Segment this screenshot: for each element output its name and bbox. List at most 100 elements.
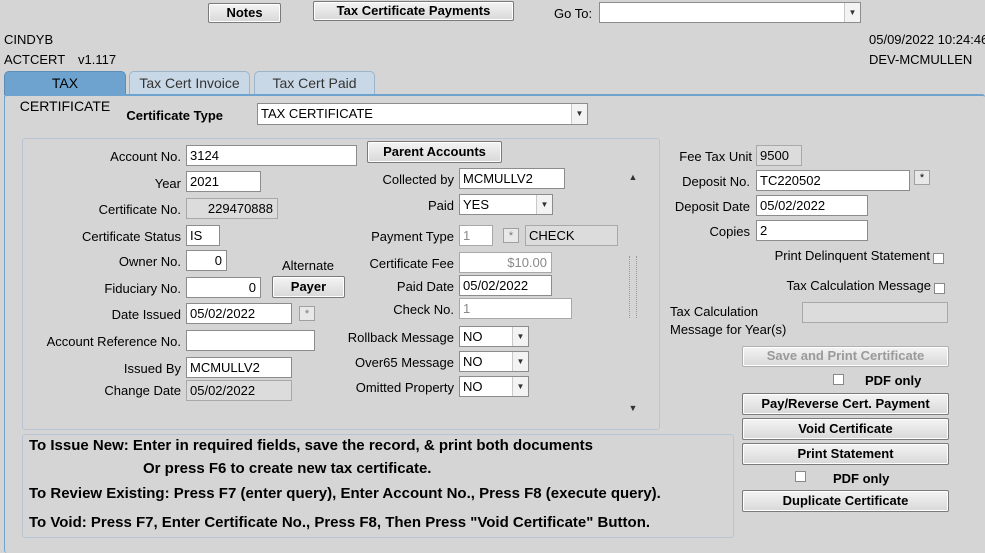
tab-tax-cert-paid[interactable]: Tax Cert Paid [254, 71, 375, 95]
instruction-void: To Void: Press F7, Enter Certificate No.… [29, 514, 651, 531]
chevron-down-icon[interactable]: ▼ [844, 3, 860, 22]
user-name: CINDYB [4, 32, 54, 47]
over65-message-label: Over65 Message [355, 355, 454, 370]
fiduciary-no-label: Fiduciary No. [104, 281, 181, 296]
scrollbar[interactable]: ▲ ▼ [626, 170, 640, 415]
pdf-only-label-2: PDF only [833, 471, 890, 486]
pay-reverse-cert-payment-button[interactable]: Pay/Reverse Cert. Payment [742, 393, 949, 415]
duplicate-certificate-button[interactable]: Duplicate Certificate [742, 490, 949, 512]
form-version: v1.117 [78, 52, 117, 67]
chevron-down-icon[interactable]: ▼ [512, 352, 528, 371]
asterisk-icon[interactable]: * [914, 170, 930, 185]
account-no-field[interactable]: 3124 [186, 145, 357, 166]
date-issued-field[interactable]: 05/02/2022 [186, 303, 292, 324]
certificate-type-select[interactable]: TAX CERTIFICATE ▼ [257, 103, 588, 125]
over65-message-value: NO [463, 354, 483, 369]
tax-calculation-years-label-2: Message for Year(s) [670, 322, 787, 337]
payment-type-desc-field: CHECK [525, 225, 618, 246]
omitted-property-select[interactable]: NO ▼ [459, 376, 529, 397]
date-issued-label: Date Issued [111, 307, 181, 322]
change-date-label: Change Date [104, 383, 181, 398]
print-statement-button[interactable]: Print Statement [742, 443, 949, 465]
collected-by-field[interactable]: MCMULLV2 [459, 168, 565, 189]
deposit-no-label: Deposit No. [682, 174, 750, 189]
environment: DEV-MCMULLEN [869, 52, 973, 67]
payment-type-code-field[interactable]: 1 [459, 225, 493, 246]
over65-message-select[interactable]: NO ▼ [459, 351, 529, 372]
goto-select[interactable]: ▼ [599, 2, 861, 23]
deposit-no-field[interactable]: TC220502 [756, 170, 910, 191]
certificate-type-value: TAX CERTIFICATE [261, 106, 373, 121]
paid-value: YES [463, 197, 490, 212]
tax-certificate-payments-button[interactable]: Tax Certificate Payments [313, 1, 514, 21]
paid-date-field[interactable]: 05/02/2022 [459, 275, 552, 296]
pdf-only-checkbox-2[interactable] [795, 471, 806, 482]
change-date-field: 05/02/2022 [186, 380, 292, 401]
tab-tax-cert-invoice[interactable]: Tax Cert Invoice [129, 71, 250, 95]
year-field[interactable]: 2021 [186, 171, 261, 192]
print-delinquent-statement-checkbox[interactable] [933, 253, 944, 264]
asterisk-icon[interactable]: * [503, 228, 519, 243]
instruction-review-existing: To Review Existing: Press F7 (enter quer… [29, 485, 661, 502]
pdf-only-checkbox-1[interactable] [833, 374, 844, 385]
scroll-thumb[interactable] [629, 256, 637, 318]
paid-label: Paid [427, 198, 454, 213]
fee-tax-unit-label: Fee Tax Unit [679, 149, 752, 164]
paid-date-label: Paid Date [396, 279, 454, 294]
rollback-message-label: Rollback Message [347, 330, 454, 345]
notes-button[interactable]: Notes [208, 3, 281, 23]
pdf-only-label-1: PDF only [865, 373, 922, 388]
tax-calculation-years-field [802, 302, 948, 323]
account-reference-no-field[interactable] [186, 330, 315, 351]
rollback-message-select[interactable]: NO ▼ [459, 326, 529, 347]
instruction-issue-new: To Issue New: Enter in required fields, … [29, 437, 593, 454]
void-certificate-button[interactable]: Void Certificate [742, 418, 949, 440]
certificate-no-label: Certificate No. [98, 202, 181, 217]
chevron-down-icon[interactable]: ▼ [512, 377, 528, 396]
certificate-type-label: Certificate Type [126, 108, 223, 123]
certificate-status-label: Certificate Status [82, 229, 181, 244]
deposit-date-field[interactable]: 05/02/2022 [756, 195, 868, 216]
payment-type-label: Payment Type [371, 229, 454, 244]
save-and-print-certificate-button[interactable]: Save and Print Certificate [742, 346, 949, 367]
year-label: Year [154, 176, 181, 191]
instruction-issue-new-alt: Or press F6 to create new tax certificat… [143, 460, 432, 477]
asterisk-icon[interactable]: * [299, 306, 315, 321]
issued-by-label: Issued By [123, 361, 181, 376]
omitted-property-value: NO [463, 379, 483, 394]
certificate-no-field: 229470888 [186, 198, 278, 219]
chevron-down-icon[interactable]: ▼ [571, 104, 587, 124]
account-no-label: Account No. [110, 149, 181, 164]
certificate-status-field[interactable]: IS [186, 225, 220, 246]
issued-by-field[interactable]: MCMULLV2 [186, 357, 292, 378]
chevron-down-icon[interactable]: ▼ [512, 327, 528, 346]
parent-accounts-button[interactable]: Parent Accounts [367, 141, 502, 163]
check-no-field[interactable]: 1 [459, 298, 572, 319]
paid-select[interactable]: YES ▼ [459, 194, 553, 215]
tab-tax-certificate[interactable]: TAX CERTIFICATE [4, 71, 126, 114]
fee-tax-unit-field: 9500 [756, 145, 802, 166]
tax-calculation-years-label-1: Tax Calculation [670, 304, 759, 319]
fiduciary-no-field[interactable]: 0 [186, 277, 261, 298]
account-reference-no-label: Account Reference No. [46, 334, 181, 349]
scroll-up-icon[interactable]: ▲ [626, 170, 640, 184]
check-no-label: Check No. [393, 302, 454, 317]
owner-no-field[interactable]: 0 [186, 250, 227, 271]
owner-no-label: Owner No. [118, 254, 181, 269]
rollback-message-value: NO [463, 329, 483, 344]
certificate-fee-field: $10.00 [459, 252, 552, 273]
copies-field[interactable]: 2 [756, 220, 868, 241]
datetime: 05/09/2022 10:24:46 [869, 32, 985, 47]
omitted-property-label: Omitted Property [355, 380, 454, 395]
certificate-fee-label: Certificate Fee [369, 256, 454, 271]
print-delinquent-statement-label: Print Delinquent Statement [774, 248, 930, 263]
tax-calculation-message-checkbox[interactable] [934, 283, 945, 294]
deposit-date-label: Deposit Date [674, 199, 750, 214]
chevron-down-icon[interactable]: ▼ [536, 195, 552, 214]
collected-by-label: Collected by [382, 172, 454, 187]
scroll-down-icon[interactable]: ▼ [626, 401, 640, 415]
goto-label: Go To: [554, 6, 593, 21]
copies-label: Copies [709, 224, 750, 239]
tax-calculation-message-label: Tax Calculation Message [786, 278, 931, 293]
alternate-label: Alternate [282, 258, 335, 273]
